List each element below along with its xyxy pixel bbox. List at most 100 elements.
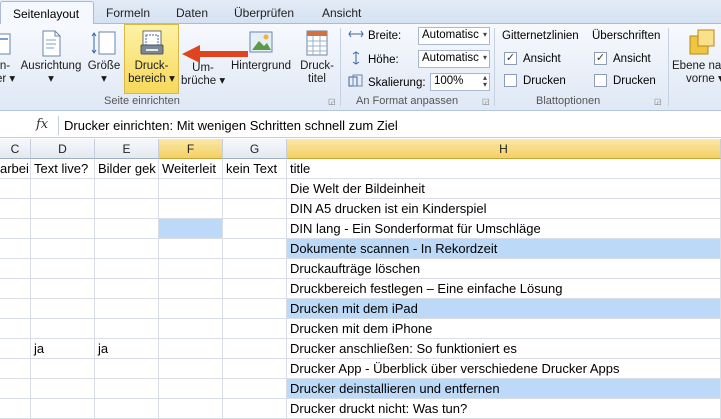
groesse-button[interactable]: Größe ▾ [86,28,122,86]
cell-c[interactable] [0,179,31,199]
cell-c[interactable] [0,399,31,419]
cell-e[interactable] [95,239,159,259]
cell-f[interactable] [159,319,223,339]
cell-f[interactable] [159,279,223,299]
cell-g[interactable] [223,259,287,279]
cell-title[interactable]: Drucken mit dem iPad [287,299,721,319]
cell-d[interactable] [31,279,95,299]
cell-f[interactable] [159,199,223,219]
cell-title[interactable]: Drucker druckt nicht: Was tun? [287,399,721,419]
cell-e[interactable] [95,399,159,419]
cell-f[interactable] [159,379,223,399]
tab-ueberpruefen[interactable]: Überprüfen [234,6,294,20]
column-header-c[interactable]: C [0,139,31,159]
cell-c[interactable] [0,219,31,239]
cell-g[interactable] [223,239,287,259]
column-header-h[interactable]: H [287,139,721,159]
header-cell-d[interactable]: Text live? [31,159,95,179]
cell-g[interactable] [223,339,287,359]
cell-title[interactable]: Druckaufträge löschen [287,259,721,279]
cell-f[interactable] [159,259,223,279]
cell-f[interactable] [159,299,223,319]
cell-d[interactable] [31,179,95,199]
ueber-drucken-checkbox[interactable]: Drucken [594,74,656,87]
cell-f[interactable] [159,399,223,419]
cell-g[interactable] [223,399,287,419]
cell-f[interactable] [159,219,223,239]
cell-e[interactable] [95,279,159,299]
cell-c[interactable] [0,379,31,399]
column-header-e[interactable]: E [95,139,159,159]
cell-g[interactable] [223,379,287,399]
cell-d[interactable] [31,379,95,399]
cell-d[interactable]: ja [31,339,95,359]
header-cell-c[interactable]: arbei [0,159,31,179]
cell-d[interactable] [31,319,95,339]
cell-title[interactable]: DIN lang - Ein Sonderformat für Umschläg… [287,219,721,239]
cell-e[interactable] [95,179,159,199]
cell-c[interactable] [0,279,31,299]
header-cell-f[interactable]: Weiterleit [159,159,223,179]
cell-e[interactable] [95,259,159,279]
cell-c[interactable] [0,359,31,379]
breite-select[interactable]: Automatisc ▾ [418,27,490,45]
column-header-g[interactable]: G [223,139,287,159]
druckbereich-button[interactable]: Druck- bereich ▾ [125,28,178,86]
cell-g[interactable] [223,279,287,299]
column-header-f[interactable]: F [159,139,223,159]
cell-f[interactable] [159,339,223,359]
tab-formeln[interactable]: Formeln [106,6,150,20]
cell-g[interactable] [223,199,287,219]
cell-title[interactable]: Drucker App - Überblick über verschieden… [287,359,721,379]
cell-f[interactable] [159,359,223,379]
umbrueche-button[interactable]: Um- brüche ▾ [181,62,225,88]
cell-g[interactable] [223,179,287,199]
cell-f[interactable] [159,179,223,199]
cell-e[interactable] [95,299,159,319]
hintergrund-button[interactable]: Hintergrund [228,28,294,73]
tab-ansicht[interactable]: Ansicht [322,6,361,20]
orientation-button[interactable]: n- er ▾ [0,28,15,86]
cell-c[interactable] [0,199,31,219]
cell-d[interactable] [31,399,95,419]
cell-g[interactable] [223,299,287,319]
cell-title[interactable]: Die Welt der Bildeinheit [287,179,721,199]
cell-g[interactable] [223,359,287,379]
header-cell-g[interactable]: kein Text [223,159,287,179]
cell-g[interactable] [223,219,287,239]
tab-daten[interactable]: Daten [176,6,208,20]
hoehe-select[interactable]: Automatisc ▾ [418,50,490,68]
an-format-launcher-icon[interactable]: ◲ [482,97,490,106]
tab-seitenlayout[interactable]: Seitenlayout [0,1,95,25]
fx-icon[interactable]: fx [36,117,48,132]
ueber-ansicht-checkbox[interactable]: ✓ Ansicht [594,52,651,65]
cell-e[interactable] [95,319,159,339]
cell-d[interactable] [31,199,95,219]
cell-g[interactable] [223,319,287,339]
header-cell-h[interactable]: title [287,159,721,179]
formula-input[interactable]: Drucker einrichten: Mit wenigen Schritte… [64,118,398,133]
cell-d[interactable] [31,219,95,239]
cell-e[interactable] [95,219,159,239]
cell-title[interactable]: Dokumente scannen - In Rekordzeit [287,239,721,259]
cell-c[interactable] [0,319,31,339]
cell-e[interactable]: ja [95,339,159,359]
cell-c[interactable] [0,259,31,279]
cell-title[interactable]: Drucker anschließen: So funktioniert es [287,339,721,359]
ebene-nach-vorne-button[interactable]: Ebene na vorne ▾ [672,28,721,86]
cell-d[interactable] [31,259,95,279]
cell-c[interactable] [0,299,31,319]
header-cell-e[interactable]: Bilder gek [95,159,159,179]
cell-title[interactable]: Druckbereich festlegen – Eine einfache L… [287,279,721,299]
blattoptionen-launcher-icon[interactable]: ◲ [654,97,662,106]
cell-title[interactable]: DIN A5 drucken ist ein Kinderspiel [287,199,721,219]
column-header-d[interactable]: D [31,139,95,159]
gitter-ansicht-checkbox[interactable]: ✓ Ansicht [504,52,561,65]
cell-f[interactable] [159,239,223,259]
cell-d[interactable] [31,239,95,259]
cell-e[interactable] [95,359,159,379]
cell-title[interactable]: Drucken mit dem iPhone [287,319,721,339]
gitter-drucken-checkbox[interactable]: Drucken [504,74,566,87]
skalierung-spinner[interactable]: 100% ▴ ▾ [430,73,490,91]
cell-e[interactable] [95,199,159,219]
